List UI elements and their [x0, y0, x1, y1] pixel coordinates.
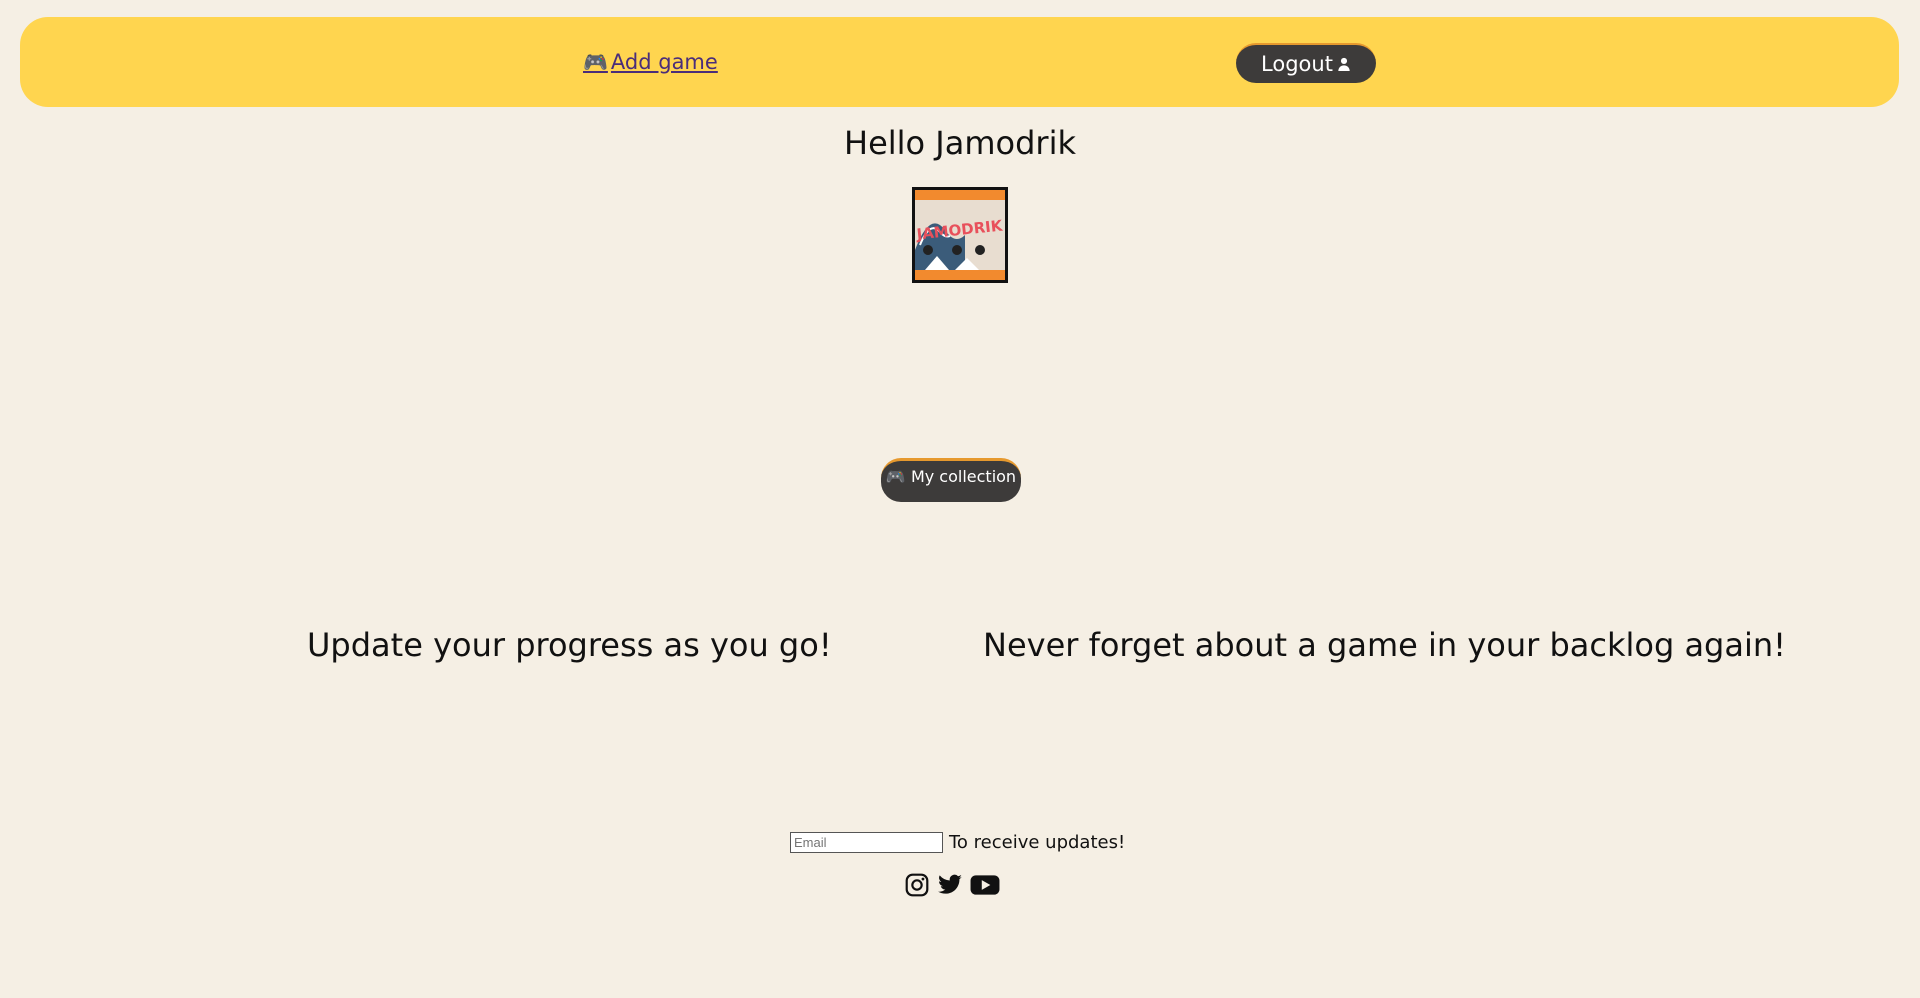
avatar: JAMODRIK	[912, 187, 1008, 283]
add-game-label: Add game	[610, 50, 718, 74]
add-game-link[interactable]: 🎮 Add game	[583, 50, 718, 74]
feature-backlog-text: Never forget about a game in your backlo…	[983, 626, 1786, 664]
avatar-image: JAMODRIK	[915, 190, 1005, 280]
user-icon	[1337, 52, 1351, 76]
social-links	[904, 872, 1000, 902]
feature-progress-text: Update your progress as you go!	[307, 626, 832, 664]
logout-label: Logout	[1261, 52, 1333, 76]
gamepad-icon: 🎮	[583, 50, 608, 74]
logout-button[interactable]: Logout	[1236, 43, 1376, 83]
my-collection-label: My collection	[910, 467, 1017, 486]
youtube-icon[interactable]	[970, 872, 1000, 902]
my-collection-button[interactable]: 🎮 My collection	[881, 458, 1021, 502]
gamepad-icon: 🎮	[885, 467, 906, 486]
greeting-heading: Hello Jamodrik	[844, 124, 1076, 162]
navbar: 🎮 Add game Logout	[20, 17, 1899, 107]
newsletter: To receive updates!	[790, 832, 1125, 853]
instagram-icon[interactable]	[904, 872, 930, 902]
newsletter-label: To receive updates!	[949, 832, 1126, 853]
twitter-icon[interactable]	[936, 872, 964, 902]
email-input[interactable]	[790, 832, 943, 853]
